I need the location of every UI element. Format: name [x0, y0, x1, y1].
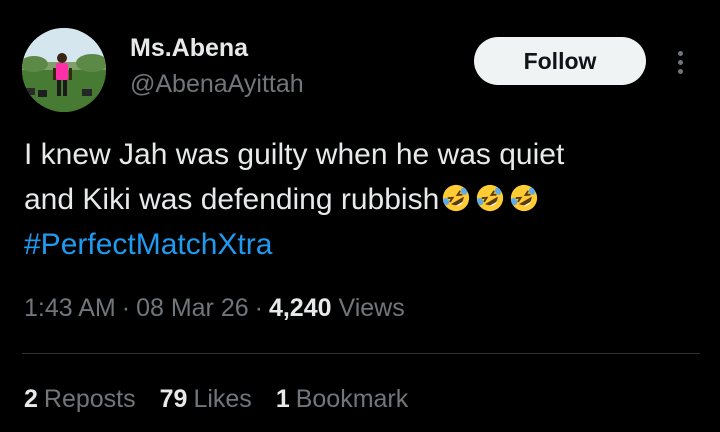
- avatar[interactable]: [22, 28, 106, 112]
- bookmarks-stat[interactable]: 1 Bookmark: [276, 385, 408, 414]
- tweet-date[interactable]: 08 Mar 26: [136, 294, 249, 322]
- bookmarks-count: 1: [275, 385, 290, 413]
- emoji-group: [441, 183, 543, 213]
- likes-count: 79: [159, 385, 188, 413]
- author-handle[interactable]: @AbenaAyittah: [130, 70, 304, 99]
- divider: [22, 353, 700, 354]
- tweet-text-line-2: and Kiki was defending rubbish: [24, 177, 714, 222]
- likes-stat[interactable]: 79 Likes: [160, 385, 252, 414]
- tweet-text-line-2-text: and Kiki was defending rubbish: [24, 183, 440, 216]
- tweet-meta: 1:43 AM · 08 Mar 26 · 4,240 Views: [24, 294, 405, 322]
- tweet-text: I knew Jah was guilty when he was quiet …: [24, 132, 714, 267]
- views-label: Views: [338, 294, 405, 322]
- tweet-text-line-1: I knew Jah was guilty when he was quiet: [24, 138, 565, 171]
- rolling-on-floor-laughing-icon: [477, 184, 504, 212]
- follow-button[interactable]: Follow: [474, 37, 646, 85]
- author-name[interactable]: Ms.Abena: [130, 34, 248, 63]
- views-count: 4,240: [268, 294, 332, 322]
- reposts-stat[interactable]: 2 Reposts: [24, 385, 136, 414]
- rolling-on-floor-laughing-icon: [443, 184, 470, 212]
- rolling-on-floor-laughing-icon: [511, 184, 538, 212]
- avatar-photo: [22, 28, 106, 112]
- engagement-stats: 2 Reposts 79 Likes 1 Bookmark: [24, 385, 408, 414]
- hashtag-link[interactable]: #PerfectMatchXtra: [24, 222, 714, 267]
- tweet-card: Ms.Abena @AbenaAyittah Follow I knew Jah…: [0, 0, 720, 432]
- reposts-label: Reposts: [43, 385, 136, 413]
- bookmarks-label: Bookmark: [295, 385, 409, 413]
- more-options-icon[interactable]: [668, 42, 692, 82]
- tweet-time[interactable]: 1:43 AM: [24, 294, 116, 322]
- reposts-count: 2: [24, 385, 38, 413]
- likes-label: Likes: [193, 385, 252, 413]
